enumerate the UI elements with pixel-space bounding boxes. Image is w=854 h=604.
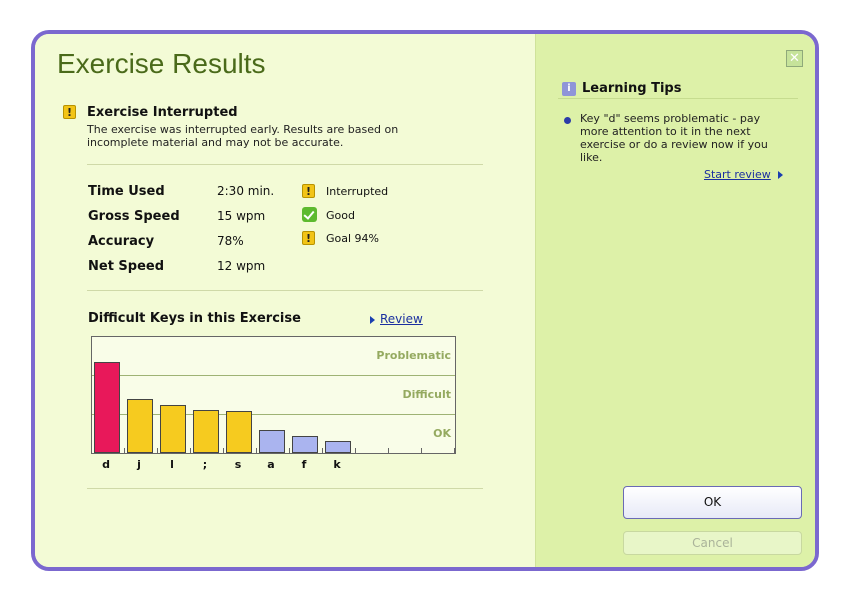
x-label-j: j bbox=[137, 458, 141, 471]
tips-title: Learning Tips bbox=[582, 81, 682, 96]
band-line-problematic bbox=[92, 375, 455, 376]
close-button[interactable]: ✕ bbox=[786, 50, 803, 67]
bar-; bbox=[193, 410, 219, 453]
bar-d bbox=[94, 362, 120, 453]
x-tick bbox=[190, 448, 191, 453]
x-label-d: d bbox=[102, 458, 110, 471]
results-panel: Exercise Results ! Exercise Interrupted … bbox=[35, 34, 535, 567]
interrupted-description: The exercise was interrupted early. Resu… bbox=[87, 123, 399, 149]
stat-note-time-used: Interrupted bbox=[326, 185, 389, 198]
x-tick bbox=[223, 448, 224, 453]
review-link[interactable]: Review bbox=[380, 312, 423, 326]
stat-label-gross-speed: Gross Speed bbox=[88, 209, 180, 224]
page-title: Exercise Results bbox=[57, 48, 266, 79]
x-label-a: a bbox=[267, 458, 275, 471]
stat-label-accuracy: Accuracy bbox=[88, 234, 155, 249]
triangle-right-icon bbox=[370, 316, 375, 324]
stat-label-time-used: Time Used bbox=[88, 184, 165, 199]
x-tick bbox=[454, 448, 455, 453]
x-tick bbox=[322, 448, 323, 453]
cancel-button[interactable]: Cancel bbox=[623, 531, 802, 555]
stat-value-accuracy: 78% bbox=[217, 234, 244, 248]
x-label-f: f bbox=[301, 458, 307, 471]
triangle-right-icon bbox=[778, 171, 783, 179]
x-label-k: k bbox=[333, 458, 341, 471]
stat-value-gross-speed: 15 wpm bbox=[217, 209, 266, 223]
interrupted-title: Exercise Interrupted bbox=[87, 105, 238, 120]
ok-button[interactable]: OK bbox=[623, 486, 802, 519]
x-label-l: l bbox=[170, 458, 174, 471]
stat-note-gross-speed: Good bbox=[326, 209, 355, 222]
divider bbox=[87, 290, 483, 291]
bullet-icon bbox=[564, 117, 571, 124]
band-label-problematic: Problematic bbox=[376, 349, 451, 362]
x-tick bbox=[256, 448, 257, 453]
x-tick bbox=[289, 448, 290, 453]
band-label-ok: OK bbox=[433, 427, 451, 440]
tips-text: Key "d" seems problematic - pay more att… bbox=[580, 112, 768, 164]
x-label-s: s bbox=[234, 458, 242, 471]
x-label-;: ; bbox=[202, 458, 208, 471]
difficult-keys-chart: Problematic Difficult OK bbox=[91, 336, 456, 454]
stat-value-net-speed: 12 wpm bbox=[217, 259, 266, 273]
x-tick bbox=[355, 448, 356, 453]
stat-note-accuracy: Goal 94% bbox=[326, 232, 379, 245]
bar-f bbox=[292, 436, 318, 453]
divider bbox=[558, 98, 798, 99]
bar-l bbox=[160, 405, 186, 453]
divider bbox=[87, 164, 483, 165]
x-tick bbox=[157, 448, 158, 453]
difficult-keys-title: Difficult Keys in this Exercise bbox=[88, 311, 301, 326]
stat-value-time-used: 2:30 min. bbox=[217, 184, 275, 198]
dialog-frame: Exercise Results ! Exercise Interrupted … bbox=[31, 30, 819, 571]
warning-icon: ! bbox=[302, 184, 315, 198]
info-icon: i bbox=[562, 82, 576, 96]
start-review-link[interactable]: Start review bbox=[704, 168, 771, 181]
bar-k bbox=[325, 441, 351, 453]
tips-panel: ✕ i Learning Tips Key "d" seems problema… bbox=[535, 34, 815, 567]
bar-a bbox=[259, 430, 285, 453]
bar-s bbox=[226, 411, 252, 453]
x-tick bbox=[388, 448, 389, 453]
warning-icon: ! bbox=[63, 105, 76, 119]
stat-label-net-speed: Net Speed bbox=[88, 259, 165, 274]
warning-icon: ! bbox=[302, 231, 315, 245]
x-tick bbox=[124, 448, 125, 453]
divider bbox=[87, 488, 483, 489]
check-icon bbox=[302, 207, 317, 222]
bar-j bbox=[127, 399, 153, 453]
x-tick bbox=[421, 448, 422, 453]
band-label-difficult: Difficult bbox=[402, 388, 451, 401]
